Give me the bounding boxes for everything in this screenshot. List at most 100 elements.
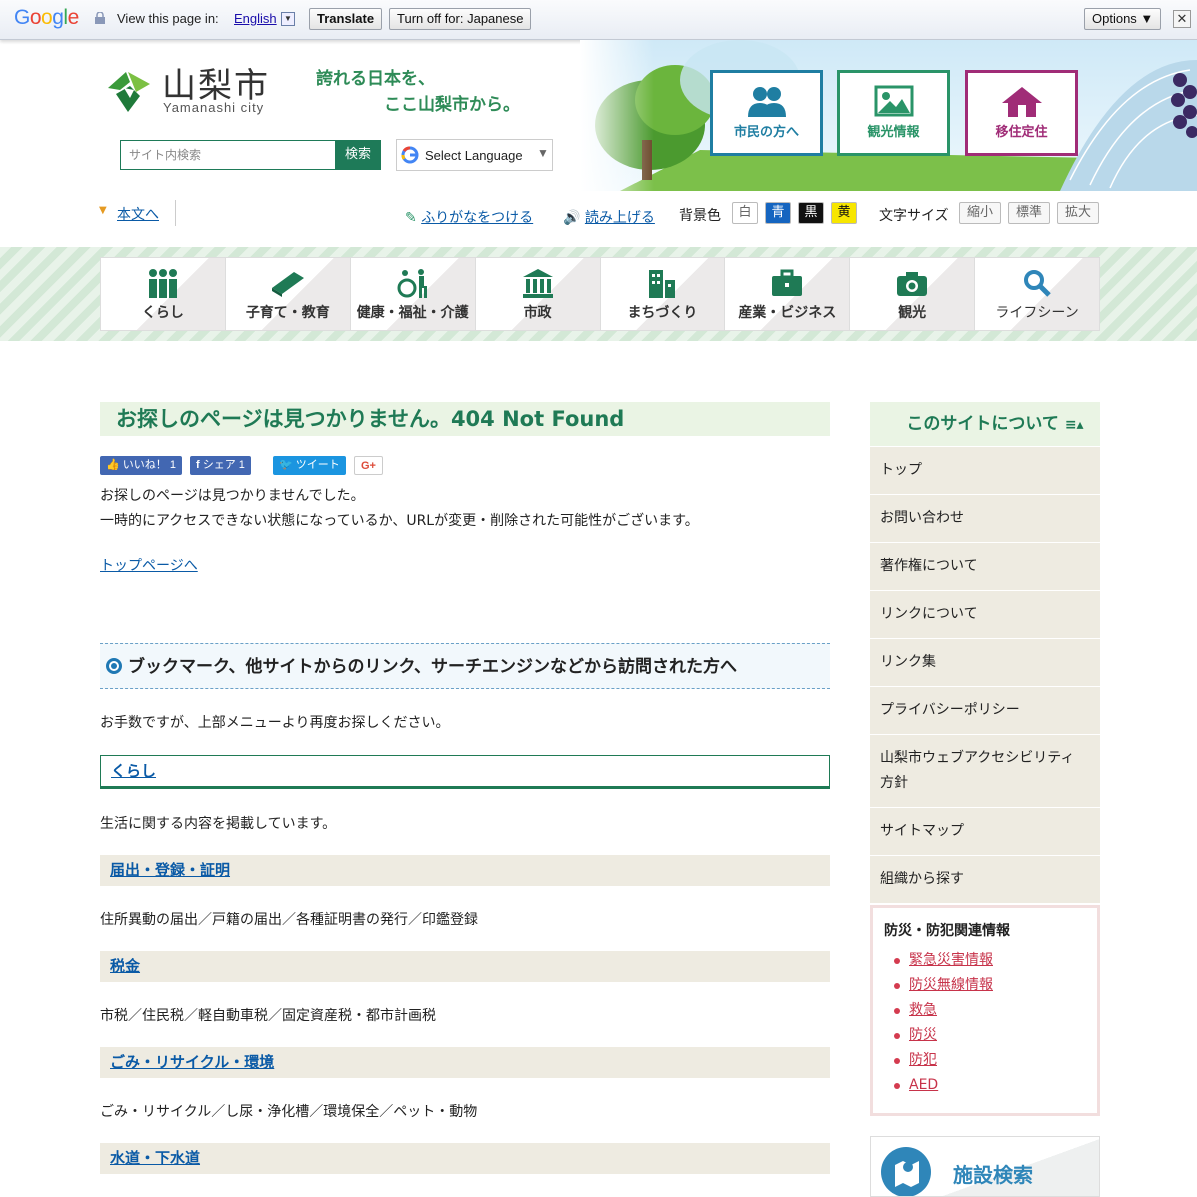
- view-page-label: View this page in:: [117, 11, 219, 26]
- book-icon: [271, 272, 304, 297]
- list-item: AED: [884, 1073, 1086, 1098]
- facebook-icon: f: [196, 459, 200, 471]
- camera-icon: [897, 272, 928, 296]
- nav-item-city-admin[interactable]: 市政: [475, 258, 601, 330]
- not-found-message: お探しのページは見つかりませんでした。 一時的にアクセスできない状態になっている…: [100, 488, 699, 529]
- sidebar-item-organization[interactable]: 組織から探す: [870, 856, 1100, 904]
- sidebar-heading[interactable]: このサイトについて ≡▴: [870, 402, 1100, 446]
- speaker-icon: 🔊: [563, 210, 581, 226]
- sidebar-menu: トップ お問い合わせ 著作権について リンクについて リンク集 プライバシーポリ…: [870, 447, 1100, 904]
- menu-toggle-icon: ≡▴: [1064, 417, 1084, 433]
- section-text: お手数ですが、上部メニューより再度お探しください。: [100, 715, 450, 731]
- house-icon: [1001, 87, 1042, 117]
- divider: [175, 200, 176, 226]
- language-dropdown-icon[interactable]: ▼: [281, 12, 295, 26]
- turn-off-button[interactable]: Turn off for: Japanese: [389, 8, 532, 30]
- disaster-info-title: 防災・防犯関連情報: [884, 923, 1010, 939]
- sidebar-item-contact[interactable]: お問い合わせ: [870, 495, 1100, 543]
- site-search-input[interactable]: サイト内検索: [120, 140, 336, 170]
- briefcase-icon: [772, 269, 803, 296]
- list-item: 防犯: [884, 1048, 1086, 1073]
- map-pin-icon: [881, 1147, 931, 1196]
- subcategory-description: 住所異動の届出／戸籍の届出／各種証明書の発行／印鑑登録: [100, 912, 478, 928]
- bg-color-label: 背景色: [679, 208, 721, 224]
- close-icon[interactable]: ✕: [1173, 10, 1191, 28]
- skip-to-content: ▼ 本文へ: [98, 204, 159, 224]
- subcategory-heading: 水道・下水道: [100, 1143, 830, 1174]
- nav-item-industry[interactable]: 産業・ビジネス: [725, 258, 851, 330]
- nav-item-town-planning[interactable]: まちづくり: [600, 258, 726, 330]
- select-language-dropdown[interactable]: Select Language ▼: [396, 139, 553, 171]
- font-shrink-button[interactable]: 縮小: [959, 202, 1001, 224]
- sidebar-item-links[interactable]: リンク集: [870, 639, 1100, 687]
- people-icon: [148, 269, 177, 298]
- bg-yellow-button[interactable]: 黄: [831, 202, 857, 224]
- bg-white-button[interactable]: 白: [732, 202, 758, 224]
- relocation-button[interactable]: 移住定住: [965, 70, 1078, 156]
- catchphrase: 誇れる日本を、 ここ山梨市から。: [316, 69, 520, 115]
- nav-item-health-welfare[interactable]: 健康・福祉・介護: [350, 258, 476, 330]
- sidebar-item-sitemap[interactable]: サイトマップ: [870, 808, 1100, 856]
- subcategory-description: 市税／住民税／軽自動車税／固定資産税・都市計画税: [100, 1008, 436, 1024]
- list-item: 救急: [884, 998, 1086, 1023]
- bg-blue-button[interactable]: 青: [765, 202, 791, 224]
- city-emblem-icon: [108, 72, 150, 112]
- search-button[interactable]: 検索: [335, 140, 381, 170]
- skip-to-content-link[interactable]: 本文へ: [117, 207, 159, 223]
- disaster-info-box: 防災・防犯関連情報 緊急災害情報 防災無線情報 救急 防災 防犯 AED: [870, 905, 1100, 1116]
- wheelchair-icon: [397, 269, 427, 298]
- furigana-toggle[interactable]: ✎ ふりがなをつける: [405, 207, 533, 227]
- nav-item-childcare[interactable]: 子育て・教育: [225, 258, 351, 330]
- subcategory-description: ごみ・リサイクル／し尿・浄化槽／環境保全／ペット・動物: [100, 1104, 478, 1120]
- facebook-like-button[interactable]: 👍 いいね！ 1: [100, 456, 182, 475]
- nav-item-kurashi[interactable]: くらし: [101, 258, 226, 330]
- government-building-icon: [522, 269, 553, 298]
- font-enlarge-button[interactable]: 拡大: [1057, 202, 1099, 224]
- list-item: 緊急災害情報: [884, 948, 1086, 973]
- translate-bar: Google View this page in: English ▼ Tran…: [0, 0, 1197, 40]
- pencil-icon: ✎: [405, 210, 417, 226]
- picture-icon: [874, 85, 913, 117]
- search-icon: [1024, 270, 1051, 297]
- sidebar-item-privacy[interactable]: プライバシーポリシー: [870, 687, 1100, 735]
- read-aloud-toggle[interactable]: 🔊 読み上げる: [563, 207, 655, 227]
- list-item: 防災: [884, 1023, 1086, 1048]
- tweet-button[interactable]: 🐦 ツイート: [273, 456, 346, 475]
- sidebar-item-accessibility[interactable]: 山梨市ウェブアクセシビリティ方針: [870, 735, 1100, 808]
- font-standard-button[interactable]: 標準: [1008, 202, 1050, 224]
- for-citizens-button[interactable]: 市民の方へ: [710, 70, 823, 156]
- options-button[interactable]: Options ▼: [1084, 8, 1162, 30]
- subcategory-heading: ごみ・リサイクル・環境: [100, 1047, 830, 1078]
- language-link[interactable]: English: [234, 11, 277, 26]
- lock-icon: [95, 12, 105, 24]
- bg-black-button[interactable]: 黒: [798, 202, 824, 224]
- nav-item-tourism[interactable]: 観光: [850, 258, 976, 330]
- thumbs-up-icon: 👍: [106, 459, 120, 471]
- chevron-icon: ▼: [99, 205, 107, 216]
- category-heading: くらし: [100, 755, 830, 789]
- sidebar-item-top[interactable]: トップ: [870, 447, 1100, 495]
- google-logo: Google: [14, 6, 79, 29]
- list-item: 防災無線情報: [884, 973, 1086, 998]
- subcategory-heading: 届出・登録・証明: [100, 855, 830, 886]
- chevron-down-icon: ▼: [537, 146, 549, 160]
- font-size-label: 文字サイズ: [879, 208, 949, 224]
- tourism-info-button[interactable]: 観光情報: [837, 70, 950, 156]
- sidebar-item-copyright[interactable]: 著作権について: [870, 543, 1100, 591]
- facebook-share-button[interactable]: f シェア 1: [190, 456, 251, 475]
- circle-bullet-icon: [106, 658, 122, 674]
- top-page-link[interactable]: トップページへ: [100, 555, 198, 575]
- global-nav: くらし 子育て・教育 健康・福祉・介護 市政 まちづくり 産業・ビジネス 観光: [0, 247, 1197, 341]
- site-logo-english: Yamanashi city: [163, 100, 265, 115]
- subcategory-heading: 税金: [100, 951, 830, 982]
- category-description: 生活に関する内容を掲載しています。: [100, 816, 337, 832]
- google-plus-button[interactable]: G+: [354, 456, 383, 475]
- section-heading: ブックマーク、他サイトからのリンク、サーチエンジンなどから訪問された方へ: [100, 643, 830, 689]
- buildings-icon: [649, 270, 676, 298]
- translate-button[interactable]: Translate: [309, 8, 383, 30]
- sidebar-item-link-policy[interactable]: リンクについて: [870, 591, 1100, 639]
- citizens-icon: [747, 87, 786, 117]
- google-g-icon: [401, 146, 419, 164]
- nav-item-life-scene[interactable]: ライフシーン: [975, 258, 1099, 330]
- facility-search-banner[interactable]: 施設検索: [870, 1136, 1100, 1197]
